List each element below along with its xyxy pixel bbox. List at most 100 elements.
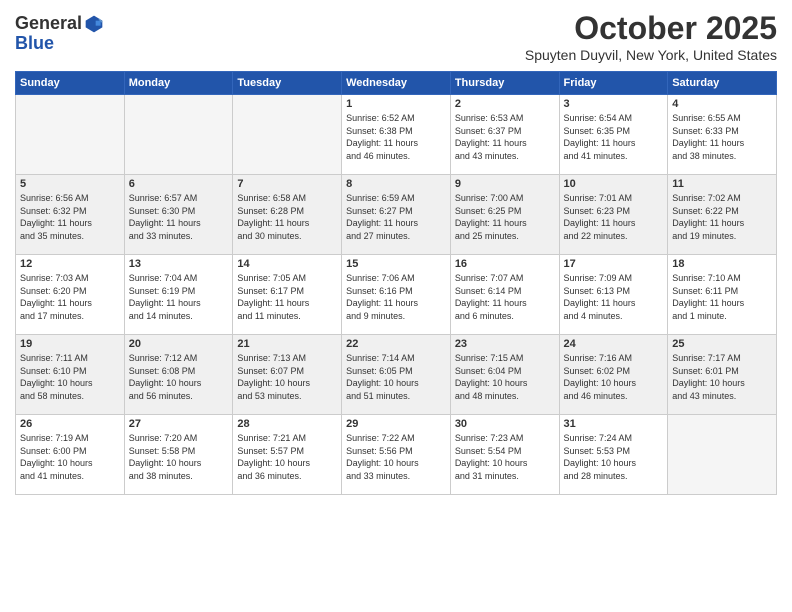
title-block: October 2025 Spuyten Duyvil, New York, U… — [525, 10, 777, 63]
day-info: Sunrise: 6:54 AM Sunset: 6:35 PM Dayligh… — [564, 112, 664, 162]
day-number: 10 — [564, 178, 664, 190]
day-number: 14 — [237, 258, 337, 270]
day-number: 18 — [672, 258, 772, 270]
table-row: 16 Sunrise: 7:07 AM Sunset: 6:14 PM Dayli… — [450, 255, 559, 335]
day-number: 31 — [564, 418, 664, 430]
table-row: 23 Sunrise: 7:15 AM Sunset: 6:04 PM Dayli… — [450, 335, 559, 415]
day-number: 24 — [564, 338, 664, 350]
table-row — [233, 95, 342, 175]
day-info: Sunrise: 7:02 AM Sunset: 6:22 PM Dayligh… — [672, 192, 772, 242]
calendar-week-row: 19 Sunrise: 7:11 AM Sunset: 6:10 PM Dayli… — [16, 335, 777, 415]
day-number: 16 — [455, 258, 555, 270]
logo-general: General — [15, 14, 82, 34]
day-number: 8 — [346, 178, 446, 190]
table-row: 26 Sunrise: 7:19 AM Sunset: 6:00 PM Dayli… — [16, 415, 125, 495]
calendar-week-row: 5Sunrise: 6:56 AM Sunset: 6:32 PM Daylig… — [16, 175, 777, 255]
table-row: 18 Sunrise: 7:10 AM Sunset: 6:11 PM Dayli… — [668, 255, 777, 335]
day-info: Sunrise: 7:10 AM Sunset: 6:11 PM Dayligh… — [672, 272, 772, 322]
table-row: 20Sunrise: 7:12 AM Sunset: 6:08 PM Dayli… — [124, 335, 233, 415]
day-info: Sunrise: 7:03 AM Sunset: 6:20 PM Dayligh… — [20, 272, 120, 322]
day-number: 17 — [564, 258, 664, 270]
day-info: Sunrise: 7:19 AM Sunset: 6:00 PM Dayligh… — [20, 432, 120, 482]
day-info: Sunrise: 6:59 AM Sunset: 6:27 PM Dayligh… — [346, 192, 446, 242]
day-number: 1 — [346, 98, 446, 110]
day-info: Sunrise: 6:58 AM Sunset: 6:28 PM Dayligh… — [237, 192, 337, 242]
day-number: 28 — [237, 418, 337, 430]
table-row: 8 Sunrise: 6:59 AM Sunset: 6:27 PM Daylig… — [342, 175, 451, 255]
day-info: Sunrise: 7:15 AM Sunset: 6:04 PM Dayligh… — [455, 352, 555, 402]
calendar-week-row: 12Sunrise: 7:03 AM Sunset: 6:20 PM Dayli… — [16, 255, 777, 335]
header-thursday: Thursday — [450, 72, 559, 95]
table-row: 15 Sunrise: 7:06 AM Sunset: 6:16 PM Dayli… — [342, 255, 451, 335]
table-row: 12Sunrise: 7:03 AM Sunset: 6:20 PM Dayli… — [16, 255, 125, 335]
header-tuesday: Tuesday — [233, 72, 342, 95]
day-info: Sunrise: 7:17 AM Sunset: 6:01 PM Dayligh… — [672, 352, 772, 402]
logo-blue: Blue — [15, 33, 54, 53]
table-row: 29 Sunrise: 7:22 AM Sunset: 5:56 PM Dayli… — [342, 415, 451, 495]
day-number: 19 — [20, 338, 120, 350]
header-sunday: Sunday — [16, 72, 125, 95]
day-info: Sunrise: 7:16 AM Sunset: 6:02 PM Dayligh… — [564, 352, 664, 402]
table-row: 13 Sunrise: 7:04 AM Sunset: 6:19 PM Dayli… — [124, 255, 233, 335]
page-container: General Blue October 2025 Spuyten Duyvil… — [0, 0, 792, 612]
day-number: 30 — [455, 418, 555, 430]
day-number: 21 — [237, 338, 337, 350]
calendar-header-row: Sunday Monday Tuesday Wednesday Thursday… — [16, 72, 777, 95]
day-number: 7 — [237, 178, 337, 190]
table-row: 7 Sunrise: 6:58 AM Sunset: 6:28 PM Daylig… — [233, 175, 342, 255]
day-number: 5 — [20, 178, 120, 190]
header-saturday: Saturday — [668, 72, 777, 95]
table-row: 31 Sunrise: 7:24 AM Sunset: 5:53 PM Dayli… — [559, 415, 668, 495]
table-row: 28 Sunrise: 7:21 AM Sunset: 5:57 PM Dayli… — [233, 415, 342, 495]
logo-icon — [84, 14, 104, 34]
table-row: 11Sunrise: 7:02 AM Sunset: 6:22 PM Dayli… — [668, 175, 777, 255]
day-number: 25 — [672, 338, 772, 350]
table-row: 10Sunrise: 7:01 AM Sunset: 6:23 PM Dayli… — [559, 175, 668, 255]
day-number: 2 — [455, 98, 555, 110]
day-number: 27 — [129, 418, 229, 430]
day-number: 26 — [20, 418, 120, 430]
day-info: Sunrise: 7:04 AM Sunset: 6:19 PM Dayligh… — [129, 272, 229, 322]
day-number: 29 — [346, 418, 446, 430]
table-row: 24 Sunrise: 7:16 AM Sunset: 6:02 PM Dayli… — [559, 335, 668, 415]
table-row: 27 Sunrise: 7:20 AM Sunset: 5:58 PM Dayli… — [124, 415, 233, 495]
day-number: 3 — [564, 98, 664, 110]
table-row: 22 Sunrise: 7:14 AM Sunset: 6:05 PM Dayli… — [342, 335, 451, 415]
table-row: 21Sunrise: 7:13 AM Sunset: 6:07 PM Dayli… — [233, 335, 342, 415]
day-info: Sunrise: 7:23 AM Sunset: 5:54 PM Dayligh… — [455, 432, 555, 482]
day-info: Sunrise: 7:12 AM Sunset: 6:08 PM Dayligh… — [129, 352, 229, 402]
day-info: Sunrise: 7:07 AM Sunset: 6:14 PM Dayligh… — [455, 272, 555, 322]
header-monday: Monday — [124, 72, 233, 95]
day-number: 23 — [455, 338, 555, 350]
day-number: 4 — [672, 98, 772, 110]
day-number: 15 — [346, 258, 446, 270]
day-number: 6 — [129, 178, 229, 190]
day-info: Sunrise: 7:06 AM Sunset: 6:16 PM Dayligh… — [346, 272, 446, 322]
header-wednesday: Wednesday — [342, 72, 451, 95]
location: Spuyten Duyvil, New York, United States — [525, 47, 777, 63]
calendar-week-row: 1 Sunrise: 6:52 AM Sunset: 6:38 PM Daylig… — [16, 95, 777, 175]
table-row: 25 Sunrise: 7:17 AM Sunset: 6:01 PM Dayli… — [668, 335, 777, 415]
calendar-table: Sunday Monday Tuesday Wednesday Thursday… — [15, 71, 777, 495]
table-row: 3 Sunrise: 6:54 AM Sunset: 6:35 PM Daylig… — [559, 95, 668, 175]
calendar-week-row: 26 Sunrise: 7:19 AM Sunset: 6:00 PM Dayli… — [16, 415, 777, 495]
month-title: October 2025 — [525, 10, 777, 47]
day-info: Sunrise: 7:24 AM Sunset: 5:53 PM Dayligh… — [564, 432, 664, 482]
logo: General Blue — [15, 14, 104, 54]
table-row: 30 Sunrise: 7:23 AM Sunset: 5:54 PM Dayli… — [450, 415, 559, 495]
day-number: 13 — [129, 258, 229, 270]
table-row: 6 Sunrise: 6:57 AM Sunset: 6:30 PM Daylig… — [124, 175, 233, 255]
day-info: Sunrise: 6:52 AM Sunset: 6:38 PM Dayligh… — [346, 112, 446, 162]
day-info: Sunrise: 6:57 AM Sunset: 6:30 PM Dayligh… — [129, 192, 229, 242]
day-info: Sunrise: 6:55 AM Sunset: 6:33 PM Dayligh… — [672, 112, 772, 162]
day-info: Sunrise: 7:00 AM Sunset: 6:25 PM Dayligh… — [455, 192, 555, 242]
table-row: 2 Sunrise: 6:53 AM Sunset: 6:37 PM Daylig… — [450, 95, 559, 175]
day-number: 22 — [346, 338, 446, 350]
day-info: Sunrise: 6:53 AM Sunset: 6:37 PM Dayligh… — [455, 112, 555, 162]
header: General Blue October 2025 Spuyten Duyvil… — [15, 10, 777, 63]
day-info: Sunrise: 7:21 AM Sunset: 5:57 PM Dayligh… — [237, 432, 337, 482]
day-info: Sunrise: 7:14 AM Sunset: 6:05 PM Dayligh… — [346, 352, 446, 402]
day-info: Sunrise: 7:20 AM Sunset: 5:58 PM Dayligh… — [129, 432, 229, 482]
day-info: Sunrise: 7:22 AM Sunset: 5:56 PM Dayligh… — [346, 432, 446, 482]
day-info: Sunrise: 7:11 AM Sunset: 6:10 PM Dayligh… — [20, 352, 120, 402]
